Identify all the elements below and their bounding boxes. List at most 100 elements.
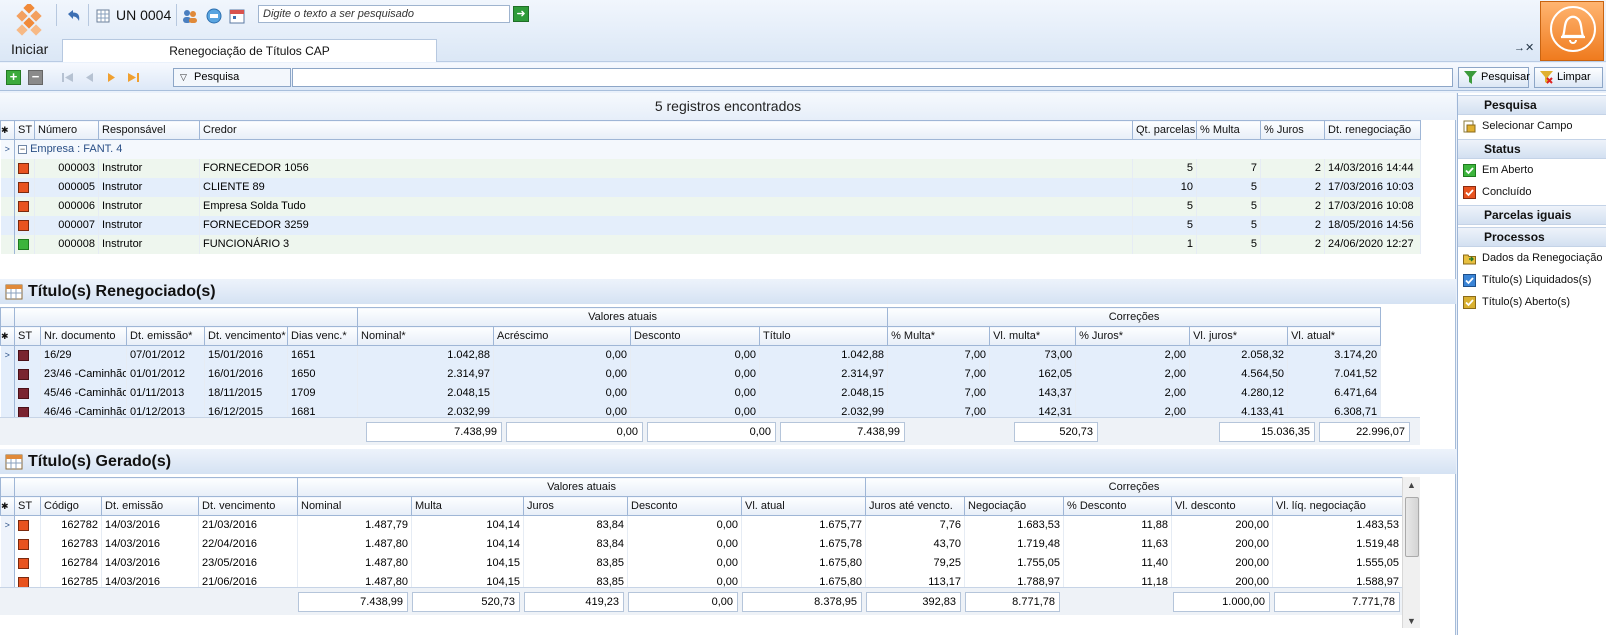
column-header[interactable]: Código <box>40 496 102 516</box>
search-button[interactable]: Pesquisar <box>1458 67 1530 88</box>
liquidated-titles-action[interactable]: Título(s) Liquidados(s) <box>1458 269 1606 291</box>
status-done-action[interactable]: Concluído <box>1458 181 1606 203</box>
scrollbar-thumb[interactable] <box>1405 497 1419 557</box>
column-header[interactable]: Vl. atual <box>740 496 867 516</box>
table-row[interactable]: 45/46 -Caminhão 01/11/2013 18/11/2015 17… <box>0 383 1382 403</box>
users-icon[interactable] <box>181 4 199 28</box>
first-record-icon[interactable] <box>60 70 75 85</box>
table-cell: 14/03/2016 14:44 <box>1324 158 1421 178</box>
column-header[interactable]: Dt. vencimento <box>198 496 298 516</box>
renegotiation-data-action[interactable]: Dados da Renegociação <box>1458 247 1606 269</box>
column-header[interactable]: Desconto <box>627 496 742 516</box>
search-value-input[interactable] <box>292 68 1453 87</box>
table-row[interactable]: 000006 Instrutor Empresa Solda Tudo 5 5 … <box>0 196 1421 216</box>
column-header[interactable]: Acréscimo <box>493 326 632 346</box>
app-logo-icon[interactable] <box>14 4 44 36</box>
column-header[interactable]: % Juros* <box>1075 326 1191 346</box>
column-header[interactable]: Dt. vencimento* <box>204 326 288 346</box>
column-header[interactable]: Credor <box>199 120 1133 140</box>
column-header[interactable]: Título <box>759 326 889 346</box>
table-row[interactable]: > 162782 14/03/2016 21/03/2016 1.487,79 … <box>0 515 1404 535</box>
column-header[interactable]: Vl. multa* <box>989 326 1077 346</box>
start-menu-label[interactable]: Iniciar <box>11 41 48 57</box>
group-row[interactable]: > − Empresa : FANT. 4 <box>0 139 1421 159</box>
close-tab-icon[interactable]: →✕ <box>1514 41 1534 54</box>
group-header-spacer <box>13 307 359 327</box>
column-header[interactable]: Juros <box>523 496 628 516</box>
column-header[interactable]: Responsável <box>98 120 200 140</box>
column-header[interactable]: Desconto <box>630 326 761 346</box>
column-header[interactable]: Juros até vencto. <box>865 496 966 516</box>
column-header[interactable]: % Multa <box>1196 120 1261 140</box>
table-row[interactable]: 23/46 -Caminhão 01/01/2012 16/01/2016 16… <box>0 364 1382 384</box>
undo-icon[interactable] <box>62 4 84 28</box>
bell-icon <box>1550 6 1596 52</box>
column-options-icon[interactable]: ✱ <box>0 326 15 346</box>
chat-icon[interactable] <box>205 4 223 28</box>
column-header[interactable]: Nominal <box>297 496 412 516</box>
table-cell: 83,84 <box>523 515 628 535</box>
table-cell: 7.041,52 <box>1287 364 1382 384</box>
column-header[interactable]: Qt. parcelas <box>1132 120 1197 140</box>
add-icon[interactable]: + <box>6 70 21 85</box>
column-header[interactable]: ST <box>14 120 35 140</box>
panel-header-parcelas[interactable]: Parcelas iguais <box>1458 205 1606 225</box>
next-record-icon[interactable] <box>104 70 119 85</box>
column-header[interactable]: Negociação <box>964 496 1065 516</box>
table-cell: 1.755,05 <box>964 553 1065 573</box>
column-header[interactable]: Dias venc.* <box>286 326 359 346</box>
table-cell: 73,00 <box>989 345 1077 365</box>
clear-button[interactable]: Limpar <box>1534 67 1603 88</box>
table-cell: 2.048,15 <box>759 383 889 403</box>
column-header[interactable]: % Juros <box>1260 120 1325 140</box>
column-header[interactable]: Número <box>34 120 99 140</box>
notifications-button[interactable] <box>1540 1 1604 61</box>
column-header[interactable]: Vl. atual* <box>1287 326 1382 346</box>
table-row[interactable]: 000007 Instrutor FORNECEDOR 3259 5 5 2 1… <box>0 215 1421 235</box>
search-go-button[interactable]: ➜ <box>513 6 529 22</box>
table-cell: 43,70 <box>865 534 966 554</box>
table-cell: 1.555,05 <box>1272 553 1404 573</box>
column-header[interactable]: Dt. renegociação <box>1324 120 1421 140</box>
column-header[interactable]: Vl. desconto <box>1171 496 1274 516</box>
column-header[interactable]: Multa <box>411 496 524 516</box>
table-row[interactable]: 162784 14/03/2016 23/05/2016 1.487,80 10… <box>0 553 1404 573</box>
previous-record-icon[interactable] <box>82 70 97 85</box>
column-options-icon[interactable]: ✱ <box>0 120 15 140</box>
calendar-grid-icon[interactable] <box>95 4 111 28</box>
column-header[interactable]: Dt. emissão* <box>126 326 205 346</box>
column-options-icon[interactable]: ✱ <box>0 496 15 516</box>
column-header[interactable]: Vl. líq. negociação <box>1272 496 1404 516</box>
column-header[interactable]: Nominal* <box>357 326 495 346</box>
column-header[interactable]: ST <box>14 326 41 346</box>
column-header[interactable]: Dt. emissão <box>101 496 199 516</box>
app-toolbar: Iniciar UN 0004 Digite o texto a ser pes… <box>0 0 1606 62</box>
column-header[interactable]: Nr. documento <box>40 326 127 346</box>
tab-renegociacao[interactable]: Renegociação de Títulos CAP <box>62 39 437 62</box>
global-search-input[interactable]: Digite o texto a ser pesquisado <box>258 5 510 23</box>
table-row[interactable]: 000005 Instrutor CLIENTE 89 10 5 2 17/03… <box>0 177 1421 197</box>
table-row[interactable]: 000008 Instrutor FUNCIONÁRIO 3 1 5 2 24/… <box>0 234 1421 254</box>
column-header[interactable]: % Desconto <box>1063 496 1173 516</box>
select-field-action[interactable]: Selecionar Campo <box>1458 115 1606 137</box>
table-row[interactable]: > 16/29 07/01/2012 15/01/2016 1651 1.042… <box>0 345 1382 365</box>
open-titles-action[interactable]: Título(s) Aberto(s) <box>1458 291 1606 313</box>
table-cell: 2.058,32 <box>1189 345 1289 365</box>
remove-icon[interactable]: − <box>28 70 43 85</box>
calendar-icon[interactable] <box>228 4 246 28</box>
table-row[interactable]: 000003 Instrutor FORNECEDOR 1056 5 7 2 1… <box>0 158 1421 178</box>
status-open-action[interactable]: Em Aberto <box>1458 159 1606 181</box>
collapse-icon[interactable]: − <box>18 144 27 154</box>
scroll-down-icon[interactable]: ▼ <box>1407 616 1416 626</box>
column-header[interactable]: Vl. juros* <box>1189 326 1289 346</box>
last-record-icon[interactable] <box>126 70 141 85</box>
search-field-dropdown[interactable]: ▽ Pesquisa <box>173 68 291 87</box>
table-row[interactable]: 162783 14/03/2016 22/04/2016 1.487,80 10… <box>0 534 1404 554</box>
table-cell: 11,88 <box>1063 515 1173 535</box>
generated-grid-scrollbar[interactable]: ▲ ▼ <box>1402 477 1420 628</box>
scroll-up-icon[interactable]: ▲ <box>1407 480 1416 490</box>
column-header[interactable]: % Multa* <box>887 326 991 346</box>
column-header[interactable]: ST <box>14 496 41 516</box>
unit-selector[interactable]: UN 0004 <box>116 7 171 23</box>
total-vl-liq-negociacao: 7.771,78 <box>1274 592 1400 612</box>
